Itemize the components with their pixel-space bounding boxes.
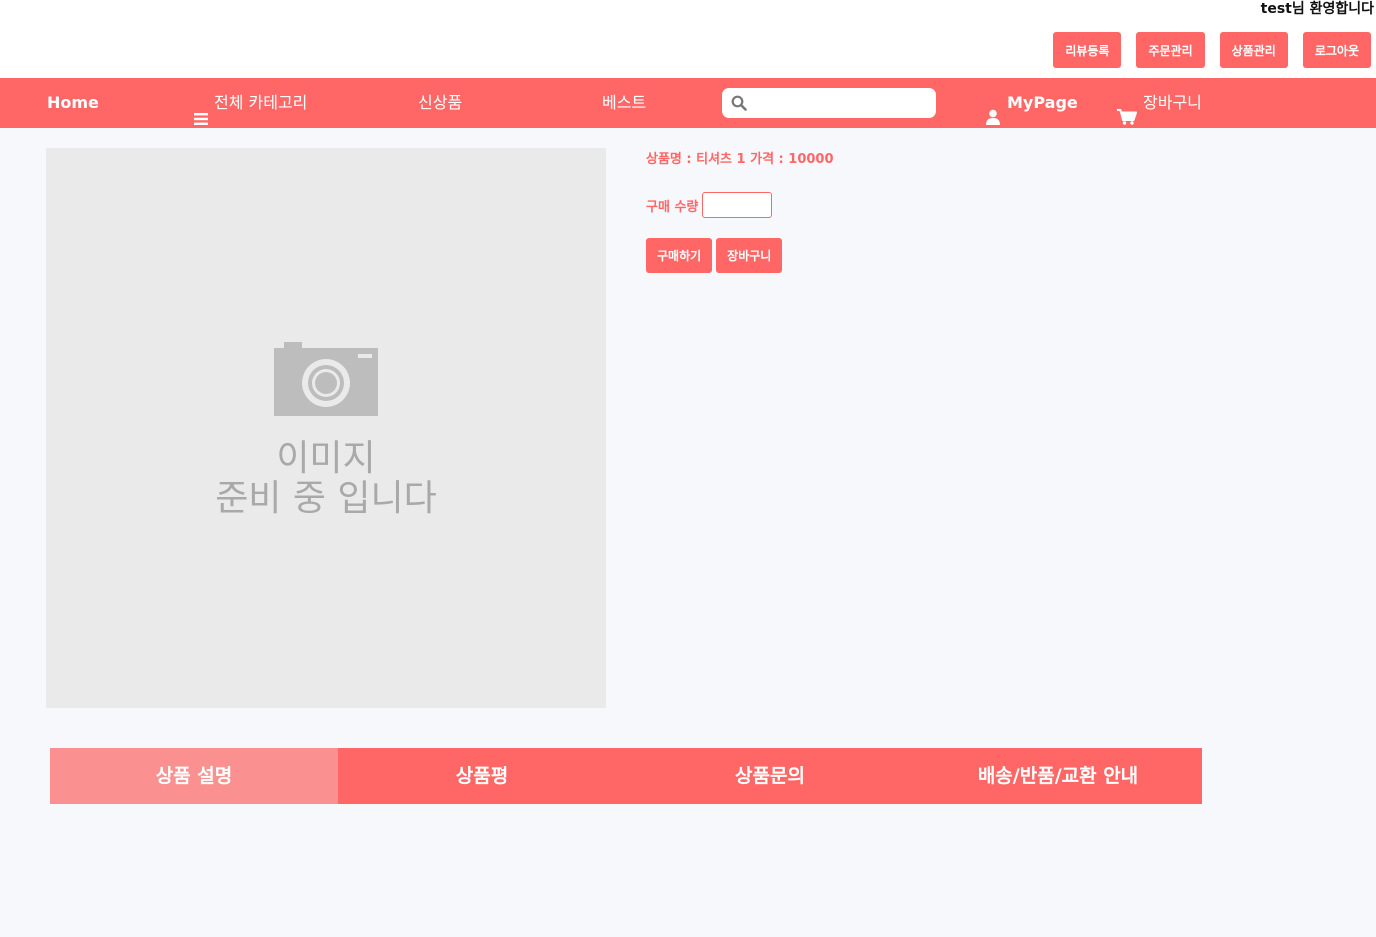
quantity-row: 구매 수량: [646, 192, 773, 218]
user-icon: [985, 95, 1001, 125]
quantity-label: 구매 수량: [646, 199, 699, 215]
image-placeholder-text-1: 이미지: [276, 438, 376, 479]
nav-mypage[interactable]: MyPage: [985, 78, 1078, 128]
tab-reviews[interactable]: 상품평: [338, 748, 626, 804]
buy-button[interactable]: 구매하기: [646, 238, 713, 273]
review-register-button[interactable]: 리뷰등록: [1053, 32, 1122, 68]
cart-icon: [1117, 95, 1137, 125]
main-nav: Home 전체 카테고리 신상품 베스트 MyPage 장바구니: [0, 78, 1376, 128]
nav-cart-label: 장바구니: [1143, 93, 1202, 112]
nav-mypage-label: MyPage: [1007, 93, 1078, 112]
product-info: 상품명 : 티셔츠 1 가격 : 10000: [646, 150, 834, 170]
nav-home[interactable]: Home: [47, 78, 99, 128]
logout-button[interactable]: 로그아웃: [1302, 32, 1371, 68]
add-to-cart-button[interactable]: 장바구니: [716, 238, 783, 273]
menu-icon: [194, 96, 208, 125]
tab-description[interactable]: 상품 설명: [50, 748, 338, 804]
welcome-suffix: 님 환영합니다: [1291, 1, 1374, 17]
welcome-message: test님 환영합니다: [1261, 0, 1374, 18]
nav-new-label: 신상품: [418, 93, 463, 112]
nav-best[interactable]: 베스트: [602, 78, 646, 128]
product-tabs: 상품 설명 상품평 상품문의 배송/반품/교환 안내: [50, 748, 1202, 804]
camera-icon: [274, 342, 378, 420]
nav-categories-label: 전체 카테고리: [214, 93, 308, 112]
purchase-actions: 구매하기 장바구니: [646, 238, 783, 273]
nav-new-products[interactable]: 신상품: [418, 78, 462, 128]
search-input[interactable]: [753, 90, 927, 116]
top-bar: test님 환영합니다 리뷰등록 주문관리 상품관리 로그아웃: [0, 0, 1376, 78]
tab-inquiry[interactable]: 상품문의: [626, 748, 914, 804]
nav-home-label: Home: [47, 93, 99, 112]
product-name-price: 상품명 : 티셔츠 1 가격 : 10000: [646, 152, 834, 167]
nav-cart[interactable]: 장바구니: [1117, 78, 1202, 128]
product-image-placeholder: 이미지 준비 중 입니다: [46, 148, 606, 708]
top-actions: 리뷰등록 주문관리 상품관리 로그아웃: [1053, 32, 1371, 68]
nav-all-categories[interactable]: 전체 카테고리: [194, 78, 307, 128]
quantity-input[interactable]: [702, 192, 773, 218]
order-manage-button[interactable]: 주문관리: [1136, 32, 1205, 68]
image-placeholder-text-2: 준비 중 입니다: [215, 478, 437, 519]
tab-shipping-info[interactable]: 배송/반품/교환 안내: [914, 748, 1202, 804]
search-icon: [731, 95, 747, 111]
welcome-user: test: [1260, 1, 1292, 17]
search-box: [722, 88, 936, 118]
product-manage-button[interactable]: 상품관리: [1219, 32, 1288, 68]
nav-best-label: 베스트: [602, 93, 647, 112]
